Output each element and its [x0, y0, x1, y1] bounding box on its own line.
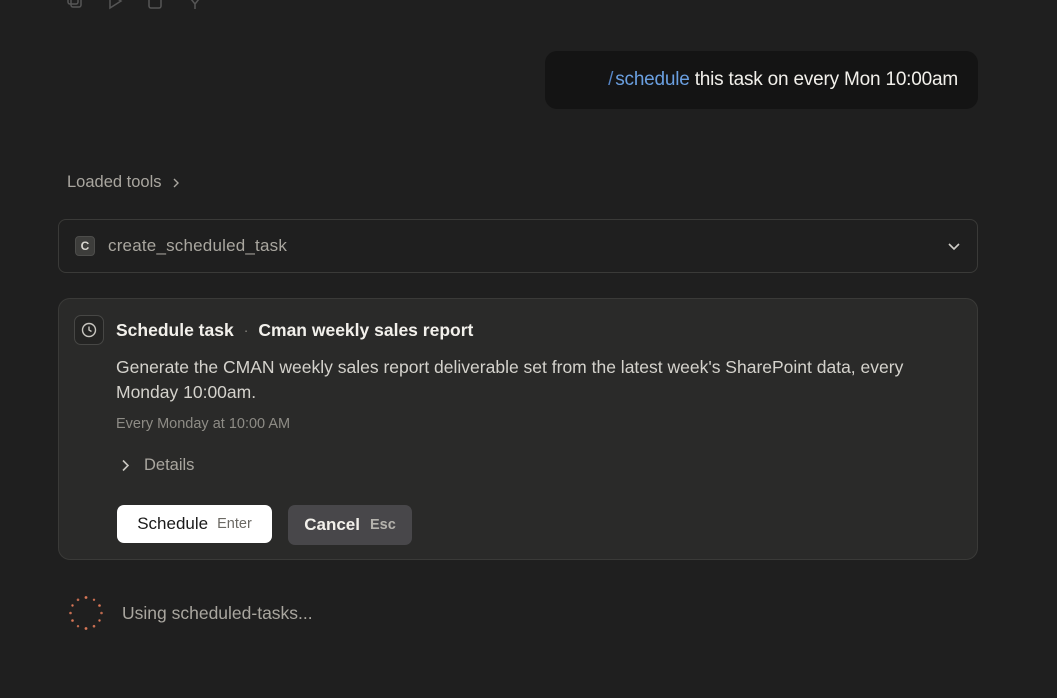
- user-message-text: this task on every Mon 10:00am: [694, 69, 959, 90]
- schedule-button[interactable]: Schedule Enter: [117, 505, 272, 543]
- status-text: Using scheduled-tasks...: [122, 602, 313, 623]
- cancel-button[interactable]: Cancel Esc: [288, 505, 412, 545]
- details-toggle[interactable]: Details: [119, 456, 194, 475]
- file-icon[interactable]: [146, 0, 164, 10]
- tool-name: create_scheduled_task: [108, 236, 288, 255]
- slash-command: schedule: [615, 69, 690, 90]
- chat-area: / schedule this task on every Mon 10:00am …: [0, 0, 1057, 698]
- tool-call-row[interactable]: C create_scheduled_task: [58, 219, 978, 273]
- cancel-button-label: Cancel: [304, 515, 360, 534]
- card-header: Schedule task · Cman weekly sales report: [74, 315, 473, 345]
- status-line: Using scheduled-tasks...: [68, 595, 313, 631]
- card-title: Schedule task: [116, 319, 234, 340]
- clock-icon: [74, 315, 104, 345]
- loaded-tools-toggle[interactable]: Loaded tools: [67, 173, 182, 192]
- loading-spinner-icon: [69, 596, 103, 630]
- copy-icon[interactable]: [66, 0, 84, 10]
- chevron-down-icon[interactable]: [947, 239, 961, 253]
- schedule-button-label: Schedule: [137, 514, 209, 533]
- chevron-right-icon: [173, 178, 179, 187]
- loaded-tools-label: Loaded tools: [67, 173, 162, 191]
- chevron-right-icon: [122, 459, 130, 472]
- tool-badge: C: [75, 236, 95, 256]
- cancel-shortcut: Esc: [369, 517, 396, 533]
- play-icon[interactable]: [106, 0, 124, 10]
- user-message-bubble: / schedule this task on every Mon 10:00am: [545, 51, 978, 109]
- slash-prefix: /: [608, 69, 614, 90]
- details-label: Details: [144, 456, 195, 474]
- pin-icon[interactable]: [186, 0, 204, 10]
- title-separator: ·: [243, 322, 249, 338]
- task-description: Generate the CMAN weekly sales report de…: [116, 357, 904, 402]
- message-actions: [66, 0, 204, 10]
- task-recurrence: Every Monday at 10:00 AM: [116, 416, 291, 432]
- task-name: Cman weekly sales report: [258, 319, 474, 340]
- schedule-task-card: Schedule task · Cman weekly sales report…: [58, 298, 978, 560]
- schedule-shortcut: Enter: [217, 516, 252, 532]
